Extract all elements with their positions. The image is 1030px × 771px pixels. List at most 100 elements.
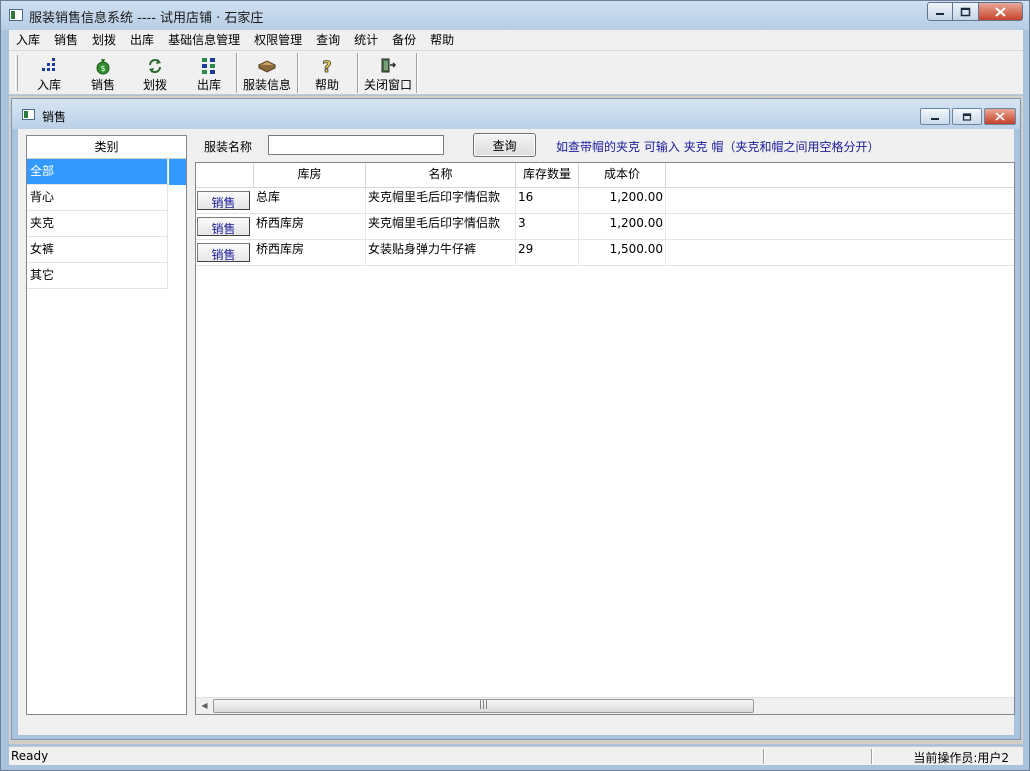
cell-quantity: 29 xyxy=(516,240,579,265)
svg-text:$: $ xyxy=(100,64,105,73)
clothing-name-input[interactable] xyxy=(268,135,444,155)
column-header-name[interactable]: 名称 xyxy=(366,163,516,188)
inventory-grid: 库房 名称 库存数量 成本价 销售 总库 夹克帽里毛后印字情侣款 16 1,20… xyxy=(195,162,1015,715)
column-header-action[interactable] xyxy=(196,163,254,188)
menu-statistics[interactable]: 统计 xyxy=(347,30,385,50)
menu-query[interactable]: 查询 xyxy=(309,30,347,50)
table-row: 销售 桥西库房 女装贴身弹力牛仔裤 29 1,500.00 xyxy=(196,240,1014,266)
minimize-icon xyxy=(931,117,939,120)
cell-quantity: 16 xyxy=(516,188,579,213)
category-item-vest[interactable]: 背心 xyxy=(27,185,168,211)
menu-transfer[interactable]: 划拨 xyxy=(85,30,123,50)
sell-button[interactable]: 销售 xyxy=(197,243,250,262)
scroll-left-icon[interactable]: ◀ xyxy=(196,698,213,714)
menu-sales[interactable]: 销售 xyxy=(47,30,85,50)
transfer-arrows-icon xyxy=(146,56,164,75)
category-item-womens-pants[interactable]: 女裤 xyxy=(27,237,168,263)
toolbar-grip[interactable] xyxy=(15,55,18,91)
table-row: 销售 桥西库房 夹克帽里毛后印字情侣款 3 1,200.00 xyxy=(196,214,1014,240)
cell-warehouse: 桥西库房 xyxy=(254,240,366,265)
title-bar[interactable]: 服装销售信息系统 ---- 试用店铺 · 石家庄 xyxy=(1,1,1029,30)
grid-header: 库房 名称 库存数量 成本价 xyxy=(196,163,1014,188)
menu-stock-out[interactable]: 出库 xyxy=(123,30,161,50)
toolbar-help-button[interactable]: ? 帮助 xyxy=(309,53,345,93)
maximize-button[interactable] xyxy=(953,2,979,21)
mdi-client-area: 销售 类别 全部 背心 夹克 女裤 其它 服装名称 查询 如查带帽的夹克 可输入… xyxy=(9,96,1023,744)
cell-name: 女装贴身弹力牛仔裤 xyxy=(366,240,516,265)
cell-name: 夹克帽里毛后印字情侣款 xyxy=(366,188,516,213)
category-items: 全部 背心 夹克 女裤 其它 xyxy=(27,159,168,289)
sales-child-window: 销售 类别 全部 背心 夹克 女裤 其它 服装名称 查询 如查带帽的夹克 可输入… xyxy=(11,98,1021,740)
cell-cost: 1,500.00 xyxy=(579,240,666,265)
window-controls xyxy=(927,2,1023,21)
toolbar-stock-in-label: 入库 xyxy=(36,78,61,92)
toolbar-separator xyxy=(236,53,238,93)
child-window-controls xyxy=(918,108,1016,125)
menu-stock-in[interactable]: 入库 xyxy=(9,30,47,50)
query-button[interactable]: 查询 xyxy=(473,133,536,157)
toolbar-help-label: 帮助 xyxy=(314,78,339,92)
toolbar-clothing-info-button[interactable]: 服装信息 xyxy=(240,53,294,93)
maximize-icon xyxy=(962,112,972,121)
toolbar-close-window-button[interactable]: 关闭窗口 xyxy=(361,53,415,93)
sell-button[interactable]: 销售 xyxy=(197,217,250,236)
cell-warehouse: 总库 xyxy=(254,188,366,213)
exit-door-icon xyxy=(379,56,397,75)
toolbar-transfer-button[interactable]: 划拨 xyxy=(137,53,173,93)
maximize-icon xyxy=(960,7,971,16)
category-selection-highlight xyxy=(169,159,186,185)
toolbar-stock-in-button[interactable]: 入库 xyxy=(31,53,67,93)
status-divider xyxy=(763,749,765,764)
svg-text:?: ? xyxy=(322,57,331,75)
menu-basic-info[interactable]: 基础信息管理 xyxy=(161,30,247,50)
cell-warehouse: 桥西库房 xyxy=(254,214,366,239)
minimize-button[interactable] xyxy=(927,2,953,21)
minimize-icon xyxy=(936,12,944,15)
category-header[interactable]: 类别 xyxy=(27,136,186,159)
column-header-warehouse[interactable]: 库房 xyxy=(254,163,366,188)
app-icon xyxy=(9,9,23,21)
horizontal-scrollbar[interactable]: ◀ ||| xyxy=(196,697,1014,714)
category-item-other[interactable]: 其它 xyxy=(27,263,168,289)
menu-backup[interactable]: 备份 xyxy=(385,30,423,50)
toolbar-separator xyxy=(297,53,299,93)
toolbar-stock-out-button[interactable]: 出库 xyxy=(191,53,227,93)
toolbar-clothing-info-label: 服装信息 xyxy=(242,78,291,92)
menu-help[interactable]: 帮助 xyxy=(423,30,461,50)
toolbar-sales-button[interactable]: $ 销售 xyxy=(85,53,121,93)
clothing-name-label: 服装名称 xyxy=(204,140,253,154)
scrollbar-thumb[interactable]: ||| xyxy=(213,699,754,713)
table-row: 销售 总库 夹克帽里毛后印字情侣款 16 1,200.00 xyxy=(196,188,1014,214)
toolbar-stock-out-label: 出库 xyxy=(196,78,221,92)
help-question-icon: ? xyxy=(320,56,334,75)
cell-quantity: 3 xyxy=(516,214,579,239)
column-header-cost[interactable]: 成本价 xyxy=(579,163,666,188)
app-window: 服装销售信息系统 ---- 试用店铺 · 石家庄 入库 销售 划拨 出库 基础信… xyxy=(0,0,1030,771)
stock-out-icon xyxy=(201,56,217,75)
toolbar-separator xyxy=(357,53,359,93)
child-title-bar[interactable]: 销售 xyxy=(12,99,1020,129)
menu-permissions[interactable]: 权限管理 xyxy=(247,30,309,50)
toolbar-separator xyxy=(416,53,418,93)
child-minimize-button[interactable] xyxy=(920,108,950,125)
category-item-all[interactable]: 全部 xyxy=(27,159,168,185)
category-item-jacket[interactable]: 夹克 xyxy=(27,211,168,237)
child-close-button[interactable] xyxy=(984,108,1016,125)
category-list[interactable]: 类别 全部 背心 夹克 女裤 其它 xyxy=(26,135,187,715)
menu-bar: 入库 销售 划拨 出库 基础信息管理 权限管理 查询 统计 备份 帮助 xyxy=(9,30,1023,50)
child-window-title: 销售 xyxy=(42,110,67,124)
close-icon xyxy=(995,6,1006,17)
status-bar: Ready 当前操作员:用户2 xyxy=(9,746,1023,765)
toolbar-transfer-label: 划拨 xyxy=(142,78,167,92)
column-header-quantity[interactable]: 库存数量 xyxy=(516,163,579,188)
book-icon xyxy=(257,56,277,75)
close-icon xyxy=(995,112,1005,121)
sell-button[interactable]: 销售 xyxy=(197,191,250,210)
close-button[interactable] xyxy=(979,2,1023,21)
child-maximize-button[interactable] xyxy=(952,108,982,125)
window-title: 服装销售信息系统 ---- 试用店铺 · 石家庄 xyxy=(29,11,264,26)
cell-name: 夹克帽里毛后印字情侣款 xyxy=(366,214,516,239)
money-bag-icon: $ xyxy=(94,56,112,75)
cell-cost: 1,200.00 xyxy=(579,188,666,213)
stock-in-icon xyxy=(40,56,58,75)
